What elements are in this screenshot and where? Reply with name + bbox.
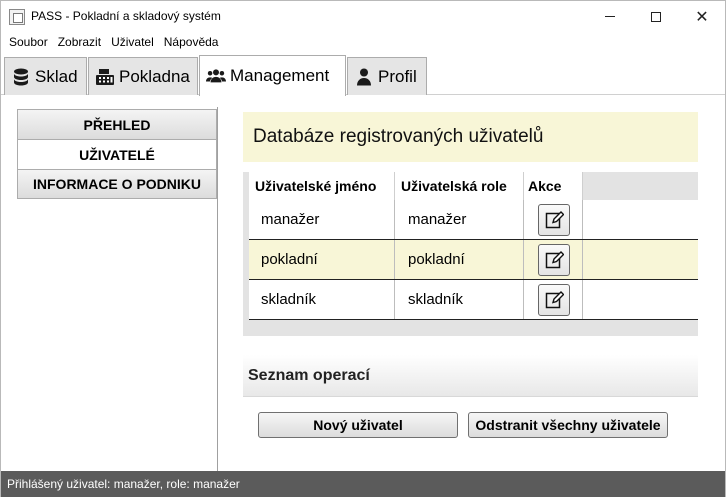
table-header: Uživatelské jméno Uživatelská role Akce xyxy=(249,172,583,200)
close-button[interactable]: ✕ xyxy=(679,1,725,32)
sidebar-item-uzivatele[interactable]: UŽIVATELÉ xyxy=(17,139,217,169)
tab-profil[interactable]: Profil xyxy=(347,57,427,95)
menu-bar: Soubor Zobrazit Uživatel Nápověda xyxy=(1,32,725,52)
edit-user-button[interactable] xyxy=(538,243,570,276)
close-icon: ✕ xyxy=(695,6,709,26)
tab-sklad-label: Sklad xyxy=(35,66,78,86)
users-table: Uživatelské jméno Uživatelská role Akce … xyxy=(243,172,698,336)
remove-all-users-button[interactable]: Odstranit všechny uživatele xyxy=(468,412,668,438)
menu-soubor[interactable]: Soubor xyxy=(4,35,53,49)
tab-pokladna[interactable]: Pokladna xyxy=(88,57,198,95)
sidebar-item-informace-o-podniku[interactable]: INFORMACE O PODNIKU xyxy=(17,169,217,199)
menu-napoveda[interactable]: Nápověda xyxy=(159,35,224,49)
menu-zobrazit[interactable]: Zobrazit xyxy=(53,35,106,49)
tab-management-label: Management xyxy=(230,66,330,85)
table-row[interactable]: pokladní pokladní xyxy=(249,240,698,280)
menu-uzivatel[interactable]: Uživatel xyxy=(106,35,159,49)
tab-management[interactable]: Management xyxy=(199,55,346,96)
cell-username: manažer xyxy=(249,200,395,239)
new-user-button[interactable]: Nový uživatel xyxy=(258,412,458,438)
sidebar-item-prehled[interactable]: PŘEHLED xyxy=(17,109,217,139)
tab-sklad[interactable]: Sklad xyxy=(4,57,87,95)
title-bar: PASS - Pokladní a skladový systém ✕ xyxy=(1,1,725,32)
minimize-button[interactable] xyxy=(587,1,633,32)
minimize-icon xyxy=(605,16,615,17)
cell-role: pokladní xyxy=(395,240,524,279)
edit-user-button[interactable] xyxy=(538,203,570,236)
page-title: Databáze registrovaných uživatelů xyxy=(243,112,698,162)
tab-pokladna-label: Pokladna xyxy=(119,66,190,86)
cell-role: manažer xyxy=(395,200,524,239)
cell-role: skladník xyxy=(395,280,524,319)
app-icon xyxy=(9,9,25,25)
users-icon xyxy=(206,66,226,86)
database-icon xyxy=(11,67,31,87)
edit-icon xyxy=(545,250,564,268)
cell-username: pokladní xyxy=(249,240,395,279)
table-body: manažer manažer pokladní pokladní skladn… xyxy=(249,200,698,320)
sidebar-divider xyxy=(217,107,218,471)
status-bar: Přihlášený uživatel: manažer, role: mana… xyxy=(1,471,725,497)
app-window: PASS - Pokladní a skladový systém ✕ Soub… xyxy=(0,0,726,497)
cash-register-icon xyxy=(95,67,115,87)
column-header-role[interactable]: Uživatelská role xyxy=(395,172,524,200)
cell-actions xyxy=(524,200,583,239)
status-text: Přihlášený uživatel: manažer, role: mana… xyxy=(7,477,240,491)
edit-icon xyxy=(545,210,564,228)
operations-heading[interactable]: Seznam operací xyxy=(243,355,698,397)
edit-icon xyxy=(545,290,564,308)
table-row[interactable]: skladník skladník xyxy=(249,280,698,320)
sidebar: PŘEHLED UŽIVATELÉ INFORMACE O PODNIKU xyxy=(17,109,217,199)
management-content: PŘEHLED UŽIVATELÉ INFORMACE O PODNIKU Da… xyxy=(1,95,725,471)
column-header-username[interactable]: Uživatelské jméno xyxy=(249,172,395,200)
cell-actions xyxy=(524,280,583,319)
main-tabs: Sklad Pokladna Management Profil xyxy=(1,55,725,96)
user-icon xyxy=(354,67,374,87)
maximize-icon xyxy=(651,11,661,22)
cell-actions xyxy=(524,240,583,279)
cell-username: skladník xyxy=(249,280,395,319)
window-title: PASS - Pokladní a skladový systém xyxy=(31,9,221,23)
edit-user-button[interactable] xyxy=(538,283,570,316)
table-row[interactable]: manažer manažer xyxy=(249,200,698,240)
tab-profil-label: Profil xyxy=(378,66,417,86)
maximize-button[interactable] xyxy=(633,1,679,32)
column-header-actions[interactable]: Akce xyxy=(524,172,583,200)
